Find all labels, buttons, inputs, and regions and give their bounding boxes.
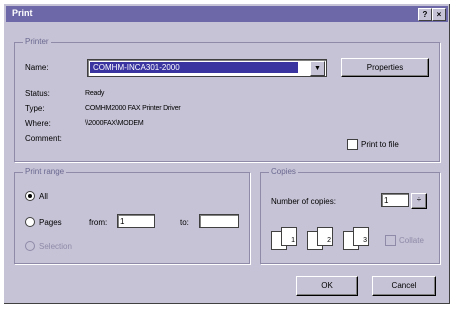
selection-label: Selection [39,242,72,251]
printer-group: Printer Name: COMHM-INCA301-2000 ▼ Prope… [14,37,440,162]
title-bar[interactable]: Print ? × [6,6,448,22]
number-of-copies-label: Number of copies: [271,197,336,206]
name-label: Name: [25,63,49,72]
close-button[interactable]: × [432,8,446,21]
printer-legend: Printer [23,37,51,46]
copies-input[interactable]: 1 [381,193,409,207]
from-label: from: [89,218,108,227]
pages-label[interactable]: Pages [39,218,62,227]
all-radio[interactable] [25,191,35,201]
cancel-button[interactable]: Cancel [372,276,436,296]
properties-button[interactable]: Properties [341,58,429,77]
status-label: Status: [25,89,50,98]
page-number-1: 1 [291,237,295,244]
help-button[interactable]: ? [418,8,432,21]
where-label: Where: [25,119,51,128]
page-number-2: 2 [327,237,331,244]
collate-label: Collate [399,236,424,245]
printer-name-value: COMHM-INCA301-2000 [90,62,298,73]
pages-radio[interactable] [25,217,35,227]
type-label: Type: [25,104,45,113]
from-input[interactable]: 1 [117,214,155,228]
copies-group: Copies Number of copies: 1 ÷ 1 1 2 2 3 3… [260,167,440,264]
page-number-3: 3 [363,237,367,244]
comment-label: Comment: [25,134,62,143]
collate-checkbox[interactable] [385,235,396,246]
window-title: Print [12,8,33,18]
status-value: Ready [85,90,105,97]
type-value: COMHM2000 FAX Printer Driver [85,105,181,112]
selection-radio[interactable] [25,241,35,251]
print-range-legend: Print range [23,167,67,176]
page-stack-icon: 1 [281,227,297,246]
copies-legend: Copies [269,167,298,176]
print-to-file-checkbox[interactable] [347,139,358,150]
copies-spinner[interactable]: ÷ [411,193,427,209]
print-to-file-label[interactable]: Print to file [361,140,399,149]
to-input[interactable] [199,214,239,228]
print-dialog: Print ? × Printer Name: COMHM-INCA301-20… [3,3,451,305]
all-label[interactable]: All [39,192,48,201]
print-range-group: Print range All Pages from: 1 to: Select… [14,167,250,264]
page-stack-icon: 3 [353,227,369,246]
page-stack-icon: 2 [317,227,333,246]
chevron-down-icon[interactable]: ▼ [310,61,325,76]
where-value: \\2000FAX\MODEM [85,120,144,127]
spinner-arrows-icon: ÷ [416,195,422,204]
ok-button[interactable]: OK [296,276,358,296]
to-label: to: [180,218,189,227]
printer-name-select[interactable]: COMHM-INCA301-2000 ▼ [87,59,327,77]
